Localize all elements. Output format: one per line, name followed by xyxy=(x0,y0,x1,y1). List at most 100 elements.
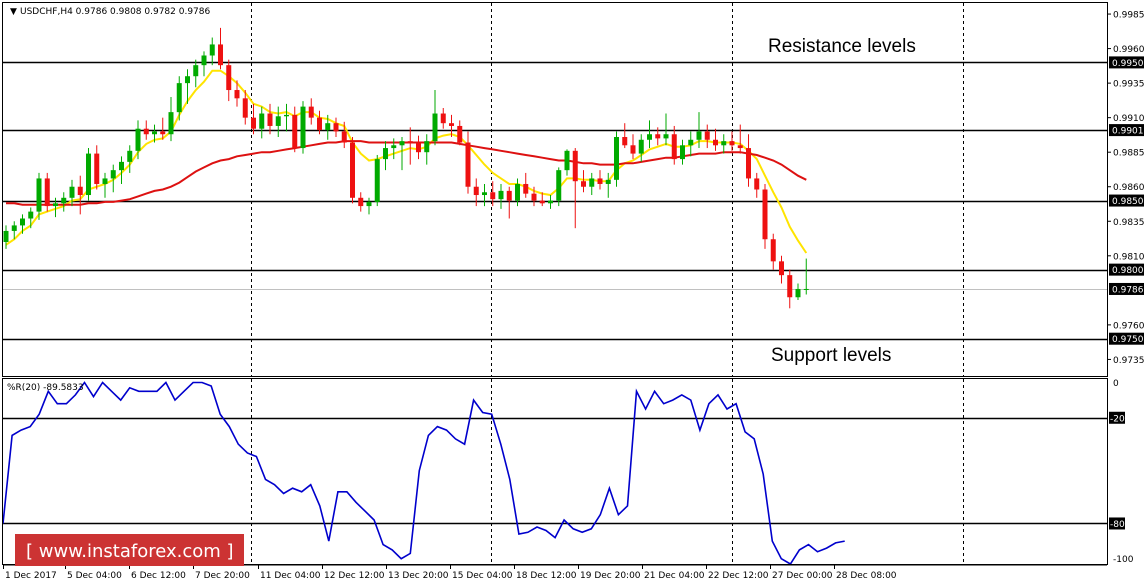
candle-body-42 xyxy=(350,142,355,198)
candle-body-59 xyxy=(490,192,496,200)
candle-body-15 xyxy=(127,150,133,162)
candle-body-67 xyxy=(556,170,562,201)
candle-body-24 xyxy=(201,55,207,66)
candle-body-35 xyxy=(292,114,298,149)
time-tick-label-1: 5 Dec 04:00 xyxy=(67,571,122,581)
candle-body-88 xyxy=(729,141,735,146)
candle-body-45 xyxy=(374,159,380,202)
candle-body-83 xyxy=(688,139,694,146)
level-tag-label-3: 0.9800 xyxy=(1112,266,1144,276)
time-tick-label-10: 21 Dec 04:00 xyxy=(644,571,705,581)
candle-body-21 xyxy=(176,83,182,113)
candle-body-32 xyxy=(267,113,273,126)
candle-body-79 xyxy=(655,134,661,139)
time-tick-label-9: 19 Dec 20:00 xyxy=(580,571,641,581)
candle-body-49 xyxy=(407,141,413,143)
level-tag-label-1: 0.9901 xyxy=(1112,127,1144,137)
candle-body-3 xyxy=(28,211,34,219)
candle-body-97 xyxy=(803,288,809,290)
level-tag-label-0: 0.9950 xyxy=(1112,59,1144,69)
candle-body-27 xyxy=(226,65,232,91)
candle-body-73 xyxy=(605,179,611,184)
candle-body-6 xyxy=(53,203,58,207)
candle-body-91 xyxy=(754,178,760,190)
candle-body-48 xyxy=(399,141,405,146)
candle-body-76 xyxy=(630,145,636,154)
watermark: [ www.instaforex.com ] xyxy=(15,534,244,566)
candle-body-92 xyxy=(762,189,768,240)
candle-body-20 xyxy=(168,112,174,135)
candle-body-38 xyxy=(317,117,322,131)
candle-body-36 xyxy=(300,106,306,149)
watermark-text: [ www.instaforex.com ] xyxy=(26,541,234,562)
time-tick-label-0: 1 Dec 2017 xyxy=(5,571,57,581)
chart-header: USDCHF,H4 0.9786 0.9808 0.9782 0.9786 xyxy=(20,7,210,17)
candle-body-52 xyxy=(432,113,438,142)
resistance-annotation: Resistance levels xyxy=(768,36,916,57)
indicator-tick-label-3: -100 xyxy=(1113,555,1134,565)
candle-body-11 xyxy=(94,153,100,184)
candle-body-26 xyxy=(218,44,223,66)
candle-body-4 xyxy=(36,178,42,212)
candle-body-78 xyxy=(647,134,652,140)
candle-body-16 xyxy=(135,128,141,151)
indicator-tick-label-0: 0 xyxy=(1113,379,1119,389)
price-tick-label-8: 0.9760 xyxy=(1113,321,1145,331)
candle-body-37 xyxy=(308,106,314,118)
price-tick-label-7: 0.9810 xyxy=(1113,252,1145,262)
price-tick-label-3: 0.9910 xyxy=(1113,114,1145,124)
time-tick-label-12: 27 Dec 00:00 xyxy=(772,571,833,581)
candle-body-17 xyxy=(143,128,149,135)
price-tick-label-4: 0.9885 xyxy=(1113,149,1145,159)
time-tick-label-11: 22 Dec 12:00 xyxy=(708,571,769,581)
time-tick-label-8: 18 Dec 12:00 xyxy=(516,571,577,581)
level-tag-label-4: 0.9750 xyxy=(1112,335,1144,345)
candle-body-71 xyxy=(589,178,595,187)
candle-body-90 xyxy=(746,148,751,179)
price-tick-label-9: 0.9735 xyxy=(1113,356,1145,366)
candle-body-63 xyxy=(523,183,529,194)
candle-body-29 xyxy=(242,98,248,118)
candle-body-82 xyxy=(680,145,685,160)
time-tick-label-4: 11 Dec 04:00 xyxy=(260,571,321,581)
candle-body-80 xyxy=(663,134,669,139)
candle-body-1 xyxy=(11,225,17,231)
time-tick-label-6: 13 Dec 20:00 xyxy=(388,571,449,581)
candle-body-10 xyxy=(86,153,91,196)
price-tick-label-5: 0.9860 xyxy=(1113,183,1145,193)
indicator-tick-label-2: -80 xyxy=(1110,520,1125,530)
level-tag-label-2: 0.9850 xyxy=(1112,197,1144,207)
indicator-title: %R(20) -89.5833 xyxy=(7,383,84,393)
candle-body-7 xyxy=(61,197,67,204)
candle-body-9 xyxy=(77,186,83,196)
candle-body-46 xyxy=(383,148,388,160)
price-tick-label-1: 0.9960 xyxy=(1113,45,1145,55)
price-tick-label-2: 0.9935 xyxy=(1113,80,1145,90)
candle-body-89 xyxy=(737,145,743,149)
candle-body-14 xyxy=(119,161,124,171)
candle-body-64 xyxy=(531,193,537,201)
candle-body-13 xyxy=(110,170,116,179)
candle-body-56 xyxy=(465,142,471,187)
price-tick-label-0: 0.9985 xyxy=(1113,11,1145,21)
candle-body-57 xyxy=(473,186,479,196)
candle-body-77 xyxy=(638,139,644,154)
candle-body-69 xyxy=(572,150,578,182)
chart-canvas: ▼ USDCHF,H4 0.9786 0.9808 0.9782 0.9786 … xyxy=(0,0,1147,585)
candle-body-30 xyxy=(251,117,256,129)
candle-body-81 xyxy=(671,134,677,160)
candle-body-68 xyxy=(564,150,570,171)
time-tick-label-2: 6 Dec 12:00 xyxy=(131,571,186,581)
candle-body-31 xyxy=(259,113,265,129)
candle-body-34 xyxy=(284,114,289,117)
time-tick-label-13: 28 Dec 08:00 xyxy=(836,571,897,581)
candle-body-66 xyxy=(548,200,553,204)
candle-body-43 xyxy=(358,197,364,207)
candle-body-72 xyxy=(597,178,603,184)
time-tick-label-3: 7 Dec 20:00 xyxy=(195,571,250,581)
candle-body-75 xyxy=(622,137,628,146)
candle-body-60 xyxy=(498,190,504,200)
chart-header-arrow: ▼ xyxy=(10,7,17,17)
candle-body-28 xyxy=(234,90,240,99)
candle-body-47 xyxy=(391,145,397,149)
